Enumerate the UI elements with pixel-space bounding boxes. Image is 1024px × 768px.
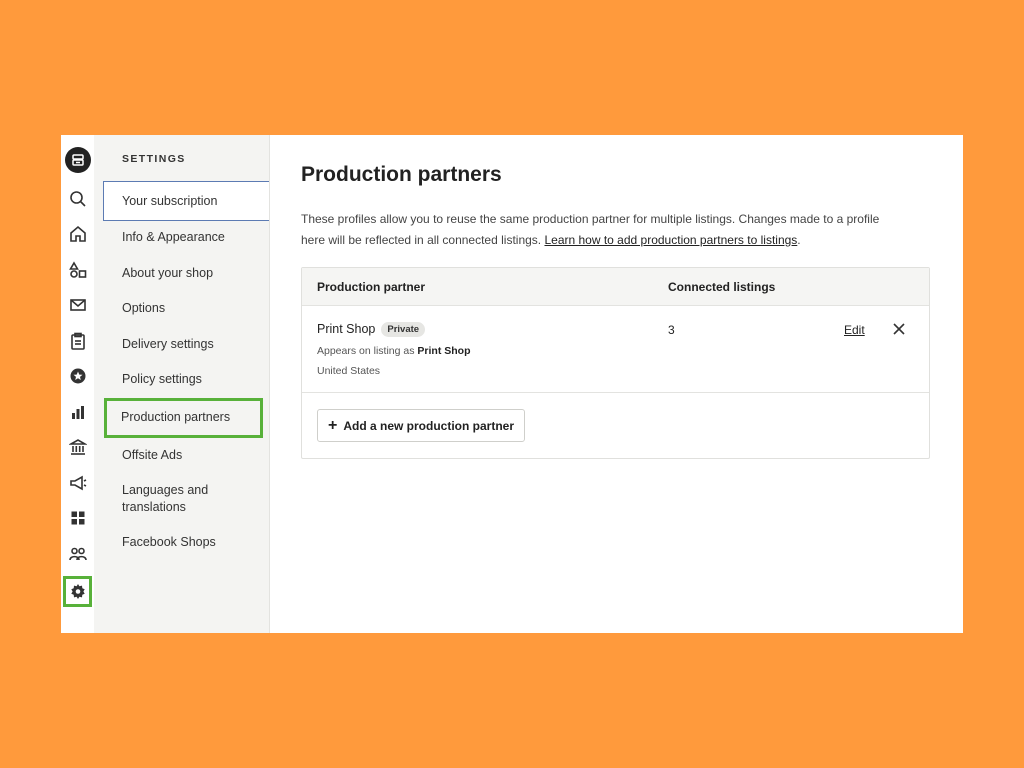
settings-heading: SETTINGS	[122, 153, 186, 165]
megaphone-icon[interactable]	[61, 465, 94, 501]
edit-link[interactable]: Edit	[844, 322, 865, 377]
nav-item-label: Languages and translations	[122, 483, 209, 514]
mail-icon[interactable]	[61, 288, 94, 324]
partner-name: Print Shop	[317, 322, 376, 336]
main-content: Production partners These profiles allow…	[270, 135, 963, 633]
nav-item-info-appearance[interactable]: Info & Appearance	[94, 220, 269, 256]
nav-item-languages-translations[interactable]: Languages and translations	[94, 473, 269, 525]
grid-icon[interactable]	[61, 501, 94, 537]
appears-on-listing: Appears on listing as Print Shop	[317, 345, 668, 357]
bar-chart-icon[interactable]	[61, 394, 94, 430]
partners-table: Production partner Connected listings Pr…	[301, 267, 930, 459]
shapes-icon[interactable]	[61, 252, 94, 288]
bank-icon[interactable]	[61, 430, 94, 466]
close-icon[interactable]	[893, 322, 907, 336]
shop-logo-icon[interactable]	[64, 147, 91, 173]
nav-item-your-subscription[interactable]: Your subscription	[103, 181, 269, 221]
home-icon[interactable]	[61, 217, 94, 253]
people-icon[interactable]	[61, 536, 94, 572]
intro-end: .	[797, 233, 801, 247]
header-production-partner: Production partner	[317, 279, 426, 294]
add-production-partner-button[interactable]: + Add a new production partner	[317, 409, 526, 442]
partner-cell: Print Shop Private Appears on listing as …	[302, 322, 668, 377]
table-row: Print Shop Private Appears on listing as …	[302, 306, 929, 393]
nav-item-facebook-shops[interactable]: Facebook Shops	[94, 525, 269, 561]
plus-icon: +	[328, 416, 338, 434]
app-window: SETTINGS Your subscription Info & Appear…	[61, 135, 963, 633]
header-connected-listings: Connected listings	[668, 279, 776, 294]
connected-count: 3	[668, 323, 675, 337]
nav-item-offsite-ads[interactable]: Offsite Ads	[94, 438, 269, 474]
clipboard-icon[interactable]	[61, 323, 94, 359]
add-area: + Add a new production partner	[302, 393, 929, 458]
appears-name: Print Shop	[417, 345, 471, 357]
partner-location: United States	[317, 365, 381, 377]
add-button-label: Add a new production partner	[343, 418, 515, 433]
icon-rail	[61, 135, 94, 633]
settings-nav: SETTINGS Your subscription Info & Appear…	[94, 135, 270, 633]
nav-item-about-your-shop[interactable]: About your shop	[94, 256, 269, 292]
nav-item-production-partners[interactable]: Production partners	[104, 397, 263, 438]
star-badge-icon[interactable]	[61, 359, 94, 395]
gear-icon[interactable]	[61, 574, 94, 609]
intro-text: These profiles allow you to reuse the sa…	[301, 209, 901, 251]
nav-item-options[interactable]: Options	[94, 291, 269, 327]
appears-prefix: Appears on listing as	[317, 345, 418, 357]
private-badge: Private	[381, 322, 426, 337]
nav-item-policy-settings[interactable]: Policy settings	[94, 362, 269, 398]
table-header: Production partner Connected listings	[302, 268, 929, 306]
learn-more-link[interactable]: Learn how to add production partners to …	[544, 233, 797, 247]
nav-item-delivery-settings[interactable]: Delivery settings	[94, 327, 269, 363]
page-title: Production partners	[301, 163, 502, 186]
search-icon[interactable]	[61, 181, 94, 217]
